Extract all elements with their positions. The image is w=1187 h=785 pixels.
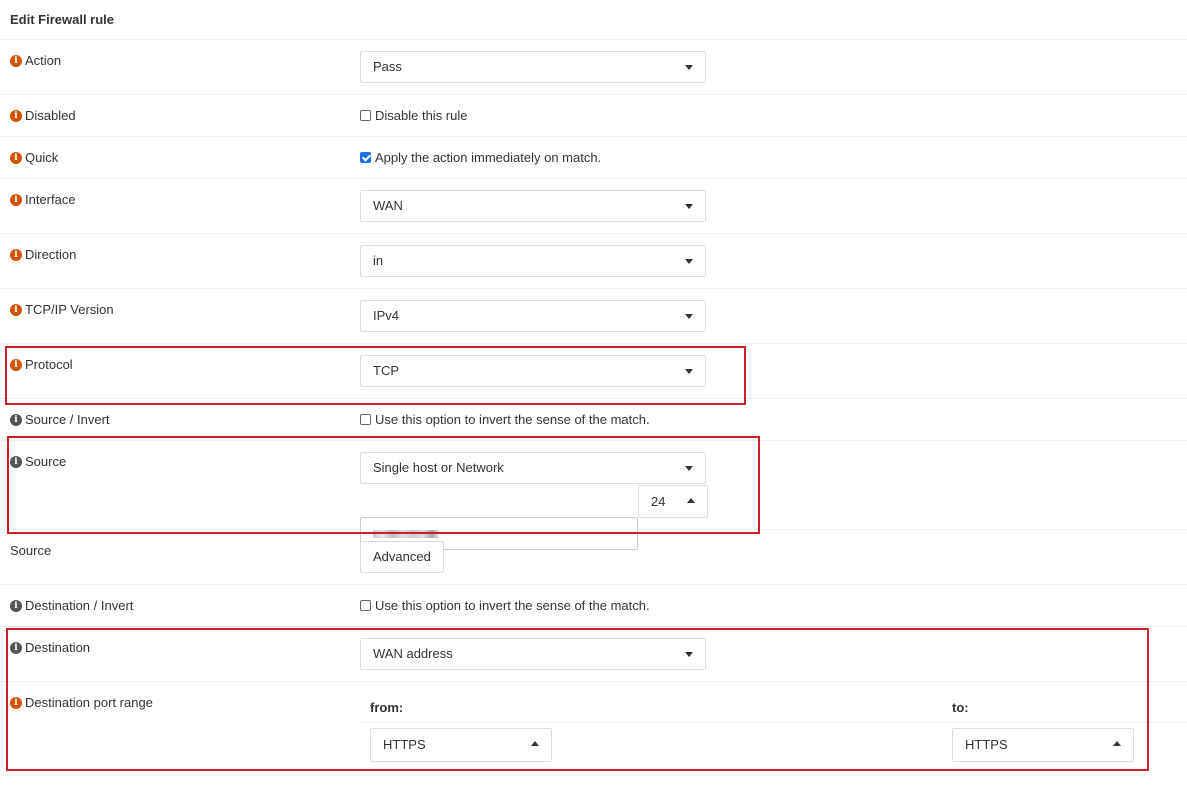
interface-label: Interface xyxy=(25,192,76,207)
disable-rule-checkbox-label: Disable this rule xyxy=(375,108,468,123)
row-quick: i Quick Apply the action immediately on … xyxy=(0,137,1187,179)
caret-down-icon xyxy=(685,314,693,319)
tcpip-select[interactable]: IPv4 xyxy=(360,300,706,332)
info-icon[interactable]: i xyxy=(10,109,22,122)
action-label-wrap: i Action xyxy=(10,53,61,68)
source-invert-label: Source / Invert xyxy=(25,412,110,427)
page-title: Edit Firewall rule xyxy=(0,0,1187,40)
row-disabled: i Disabled Disable this rule xyxy=(0,95,1187,137)
quick-checkbox[interactable]: Apply the action immediately on match. xyxy=(360,150,601,165)
caret-down-icon xyxy=(685,204,693,209)
source-invert-label-wrap: i Source / Invert xyxy=(10,412,110,427)
checkbox-checked-icon[interactable] xyxy=(360,152,371,163)
caret-down-icon xyxy=(685,259,693,264)
info-icon[interactable]: i xyxy=(10,54,22,67)
disabled-label: Disabled xyxy=(25,108,76,123)
source-invert-checkbox-label: Use this option to invert the sense of t… xyxy=(375,412,650,427)
row-interface: i Interface WAN xyxy=(0,179,1187,234)
info-icon[interactable]: i xyxy=(10,151,22,164)
dest-invert-checkbox-label: Use this option to invert the sense of t… xyxy=(375,598,650,613)
row-source-advanced: Source Advanced xyxy=(0,530,1187,585)
row-tcpip-version: i TCP/IP Version IPv4 xyxy=(0,289,1187,344)
dest-invert-checkbox[interactable]: Use this option to invert the sense of t… xyxy=(360,598,650,613)
interface-select[interactable]: WAN xyxy=(360,190,706,222)
highlight-source xyxy=(7,436,760,534)
quick-label-wrap: i Quick xyxy=(10,150,58,165)
advanced-button[interactable]: Advanced xyxy=(360,541,444,573)
info-icon[interactable]: i xyxy=(10,248,22,261)
info-icon[interactable]: i xyxy=(10,193,22,206)
source-advanced-label: Source xyxy=(10,543,52,558)
checkbox-icon[interactable] xyxy=(360,414,371,425)
info-icon[interactable]: i xyxy=(10,413,22,426)
tcpip-select-value: IPv4 xyxy=(373,308,400,323)
direction-select[interactable]: in xyxy=(360,245,706,277)
highlight-destination xyxy=(6,628,1149,771)
row-destination-invert: i Destination / Invert Use this option t… xyxy=(0,585,1187,627)
checkbox-icon[interactable] xyxy=(360,110,371,121)
info-icon[interactable]: i xyxy=(10,599,22,612)
row-direction: i Direction in xyxy=(0,234,1187,289)
action-label: Action xyxy=(25,53,62,68)
source-invert-checkbox[interactable]: Use this option to invert the sense of t… xyxy=(360,412,650,427)
direction-label: Direction xyxy=(25,247,77,262)
direction-label-wrap: i Direction xyxy=(10,247,76,262)
disabled-label-wrap: i Disabled xyxy=(10,108,76,123)
dest-invert-label-wrap: i Destination / Invert xyxy=(10,598,133,613)
interface-select-value: WAN xyxy=(373,198,403,213)
checkbox-icon[interactable] xyxy=(360,600,371,611)
action-select-value: Pass xyxy=(373,59,402,74)
tcpip-label: TCP/IP Version xyxy=(25,302,114,317)
source-adv-label-wrap: Source xyxy=(10,543,51,558)
direction-select-value: in xyxy=(373,253,384,268)
disable-rule-checkbox[interactable]: Disable this rule xyxy=(360,108,468,123)
highlight-protocol xyxy=(5,346,746,405)
info-icon[interactable]: i xyxy=(10,303,22,316)
tcpip-label-wrap: i TCP/IP Version xyxy=(10,302,114,317)
row-action: i Action Pass xyxy=(0,40,1187,95)
dest-invert-label: Destination / Invert xyxy=(25,598,134,613)
interface-label-wrap: i Interface xyxy=(10,192,76,207)
action-select[interactable]: Pass xyxy=(360,51,706,83)
quick-label: Quick xyxy=(25,150,59,165)
row-source-invert: i Source / Invert Use this option to inv… xyxy=(0,399,1187,441)
caret-down-icon xyxy=(685,65,693,70)
quick-checkbox-label: Apply the action immediately on match. xyxy=(375,150,602,165)
